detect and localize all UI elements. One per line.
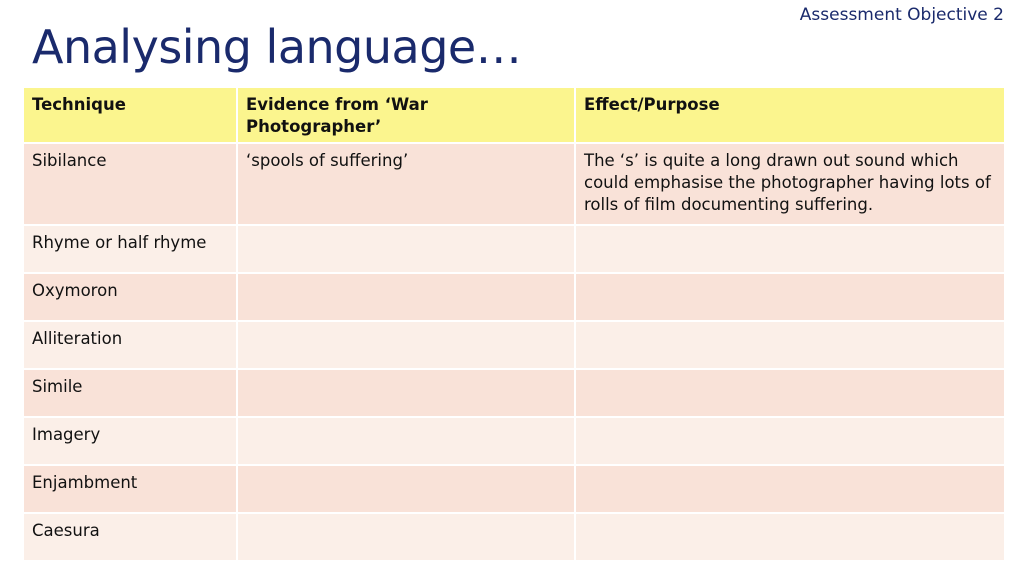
table-row: Alliteration bbox=[22, 320, 1006, 370]
evidence-cell bbox=[236, 416, 576, 466]
technique-cell: Enjambment bbox=[22, 464, 238, 514]
technique-cell: Caesura bbox=[22, 512, 238, 562]
evidence-cell bbox=[236, 464, 576, 514]
effect-cell bbox=[574, 512, 1006, 562]
technique-cell: Simile bbox=[22, 368, 238, 418]
table-row: Simile bbox=[22, 368, 1006, 418]
table-row: Enjambment bbox=[22, 464, 1006, 514]
technique-cell: Oxymoron bbox=[22, 272, 238, 322]
evidence-cell: ‘spools of suffering’ bbox=[236, 142, 576, 226]
slide-title: Analysing language… bbox=[32, 20, 522, 74]
table-row: Oxymoron bbox=[22, 272, 1006, 322]
assessment-objective-label: Assessment Objective 2 bbox=[799, 5, 1004, 25]
technique-cell: Imagery bbox=[22, 416, 238, 466]
effect-cell bbox=[574, 224, 1006, 274]
effect-cell bbox=[574, 416, 1006, 466]
effect-cell bbox=[574, 272, 1006, 322]
header-effect-purpose: Effect/Purpose bbox=[574, 86, 1006, 144]
evidence-cell bbox=[236, 272, 576, 322]
header-evidence: Evidence from ‘War Photographer’ bbox=[236, 86, 576, 144]
technique-cell: Rhyme or half rhyme bbox=[22, 224, 238, 274]
effect-cell bbox=[574, 368, 1006, 418]
evidence-cell bbox=[236, 512, 576, 562]
table-header-row: Technique Evidence from ‘War Photographe… bbox=[22, 86, 1006, 144]
technique-cell: Alliteration bbox=[22, 320, 238, 370]
header-technique: Technique bbox=[22, 86, 238, 144]
effect-cell bbox=[574, 464, 1006, 514]
table-row: Sibilance ‘spools of suffering’ The ‘s’ … bbox=[22, 142, 1006, 226]
evidence-cell bbox=[236, 320, 576, 370]
table-row: Imagery bbox=[22, 416, 1006, 466]
effect-cell: The ‘s’ is quite a long drawn out sound … bbox=[574, 142, 1006, 226]
evidence-cell bbox=[236, 224, 576, 274]
table-row: Rhyme or half rhyme bbox=[22, 224, 1006, 274]
effect-cell bbox=[574, 320, 1006, 370]
evidence-cell bbox=[236, 368, 576, 418]
table-row: Caesura bbox=[22, 512, 1006, 562]
analysis-table: Technique Evidence from ‘War Photographe… bbox=[22, 86, 1006, 562]
technique-cell: Sibilance bbox=[22, 142, 238, 226]
